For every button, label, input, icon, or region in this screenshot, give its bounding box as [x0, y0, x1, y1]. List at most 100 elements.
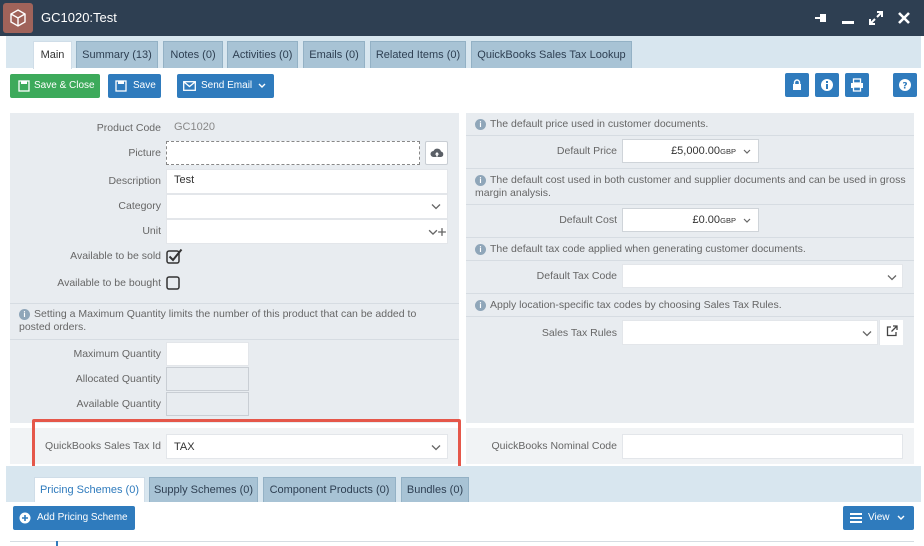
external-link-icon [886, 325, 898, 337]
tab-pricing-schemes[interactable]: Pricing Schemes (0) [34, 477, 145, 502]
print-button[interactable] [845, 73, 869, 97]
divider [466, 168, 914, 169]
sales-tax-rules-label: Sales Tax Rules [541, 327, 617, 339]
tab-supply-schemes[interactable]: Supply Schemes (0) [149, 477, 258, 502]
tax-code-info: i The default tax code applied when gener… [475, 243, 910, 256]
qb-nominal-input[interactable] [622, 434, 903, 459]
max-qty-input[interactable] [166, 342, 249, 366]
default-cost-label: Default Cost [559, 214, 617, 226]
tab-related-items[interactable]: Related Items (0) [370, 41, 466, 68]
close-icon[interactable] [896, 10, 912, 26]
pin-icon[interactable] [812, 10, 828, 26]
tab-main[interactable]: Main [33, 41, 72, 69]
add-pricing-scheme-label: Add Pricing Scheme [37, 512, 128, 523]
picture-label: Picture [128, 147, 161, 159]
tab-notes[interactable]: Notes (0) [163, 41, 223, 68]
add-pricing-scheme-button[interactable]: Add Pricing Scheme [13, 506, 135, 530]
default-price-label: Default Price [556, 145, 617, 157]
lock-button[interactable] [785, 73, 809, 97]
max-qty-label: Maximum Quantity [73, 348, 161, 360]
product-code-value: GC1020 [174, 121, 215, 133]
unit-label: Unit [142, 225, 161, 237]
available-qty-field [166, 392, 249, 416]
qb-nominal-label: QuickBooks Nominal Code [491, 440, 617, 452]
minimize-icon[interactable] [840, 10, 856, 26]
max-qty-info: i Setting a Maximum Quantity limits the n… [19, 308, 449, 334]
help-button[interactable]: ? [893, 73, 917, 97]
default-cost-info-text: The default cost used in both customer a… [475, 174, 906, 199]
tab-emails[interactable]: Emails (0) [303, 41, 365, 68]
print-icon [851, 78, 863, 92]
divider [466, 316, 914, 317]
tab-activities[interactable]: Activities (0) [227, 41, 298, 68]
view-button[interactable]: View [843, 506, 914, 530]
allocated-qty-field [166, 367, 249, 391]
max-qty-info-text: Setting a Maximum Quantity limits the nu… [19, 308, 417, 333]
info-icon: i [19, 309, 30, 320]
default-price-info: i The default price used in customer docu… [475, 118, 910, 131]
available-bought-label: Available to be bought [57, 277, 161, 289]
info-icon: i [475, 175, 486, 186]
default-price-value: £5,000.00 [671, 145, 720, 157]
window-title: GC1020:Test [41, 10, 117, 25]
title-bar: GC1020:Test [0, 0, 924, 36]
description-value: Test [174, 174, 195, 186]
default-cost-input[interactable]: £0.00 GBP [622, 208, 759, 232]
default-price-input[interactable]: £5,000.00 GBP [622, 139, 759, 163]
default-cost-currency: GBP [720, 216, 736, 225]
description-input[interactable]: Test [166, 169, 448, 194]
help-icon: ? [899, 79, 911, 92]
available-bought-checkbox[interactable] [166, 276, 181, 291]
tax-code-select[interactable] [622, 264, 903, 288]
sales-tax-info: i Apply location-specific tax codes by ch… [475, 299, 910, 312]
info-button[interactable] [815, 73, 839, 97]
chevron-down-icon [887, 275, 897, 281]
plus-icon[interactable] [437, 227, 447, 237]
save-label: Save [133, 80, 156, 91]
save-icon [18, 80, 30, 92]
divider [466, 135, 914, 136]
sales-tax-info-text: Apply location-specific tax codes by cho… [490, 299, 782, 311]
grid-header [10, 541, 914, 546]
info-icon [821, 79, 833, 91]
chevron-down-icon [862, 331, 872, 337]
chevron-down-icon [258, 83, 266, 88]
available-qty-label: Available Quantity [76, 398, 161, 410]
unit-select[interactable] [166, 219, 448, 244]
tab-quickbooks-sales-tax-lookup[interactable]: QuickBooks Sales Tax Lookup [471, 41, 632, 68]
grid-column-marker [56, 541, 58, 546]
product-code-field: GC1020 [166, 116, 448, 141]
expand-icon[interactable] [868, 10, 884, 26]
save-icon [115, 80, 127, 92]
send-email-button[interactable]: Send Email [177, 74, 274, 98]
default-cost-value: £0.00 [692, 214, 720, 226]
tab-bundles[interactable]: Bundles (0) [401, 477, 469, 502]
sales-tax-rules-select[interactable] [622, 320, 878, 345]
category-label: Category [118, 200, 161, 212]
info-icon: i [475, 300, 486, 311]
save-close-label: Save & Close [34, 80, 95, 91]
picture-dropzone[interactable] [166, 141, 420, 165]
highlight-box [32, 419, 461, 473]
product-code-label: Product Code [96, 122, 161, 134]
plus-circle-icon [19, 512, 31, 524]
chevron-down-icon [431, 204, 441, 210]
divider [466, 293, 914, 294]
lock-icon [793, 79, 801, 90]
default-cost-info: i The default cost used in both customer … [475, 174, 912, 200]
divider [466, 237, 914, 238]
bottom-tab-bar: Pricing Schemes (0) Supply Schemes (0) C… [6, 466, 921, 502]
tax-code-label: Default Tax Code [536, 270, 617, 282]
tab-component-products[interactable]: Component Products (0) [263, 477, 396, 502]
info-icon: i [475, 119, 486, 130]
category-select[interactable] [166, 194, 448, 219]
chevron-down-icon [743, 149, 751, 154]
tab-summary[interactable]: Summary (13) [76, 41, 158, 68]
save-button[interactable]: Save [108, 74, 161, 98]
tax-code-info-text: The default tax code applied when genera… [490, 243, 806, 255]
save-close-button[interactable]: Save & Close [10, 74, 100, 98]
divider [10, 339, 459, 340]
available-sold-checkbox[interactable] [166, 248, 183, 264]
open-link-button[interactable] [879, 320, 903, 345]
upload-button[interactable] [425, 141, 448, 165]
